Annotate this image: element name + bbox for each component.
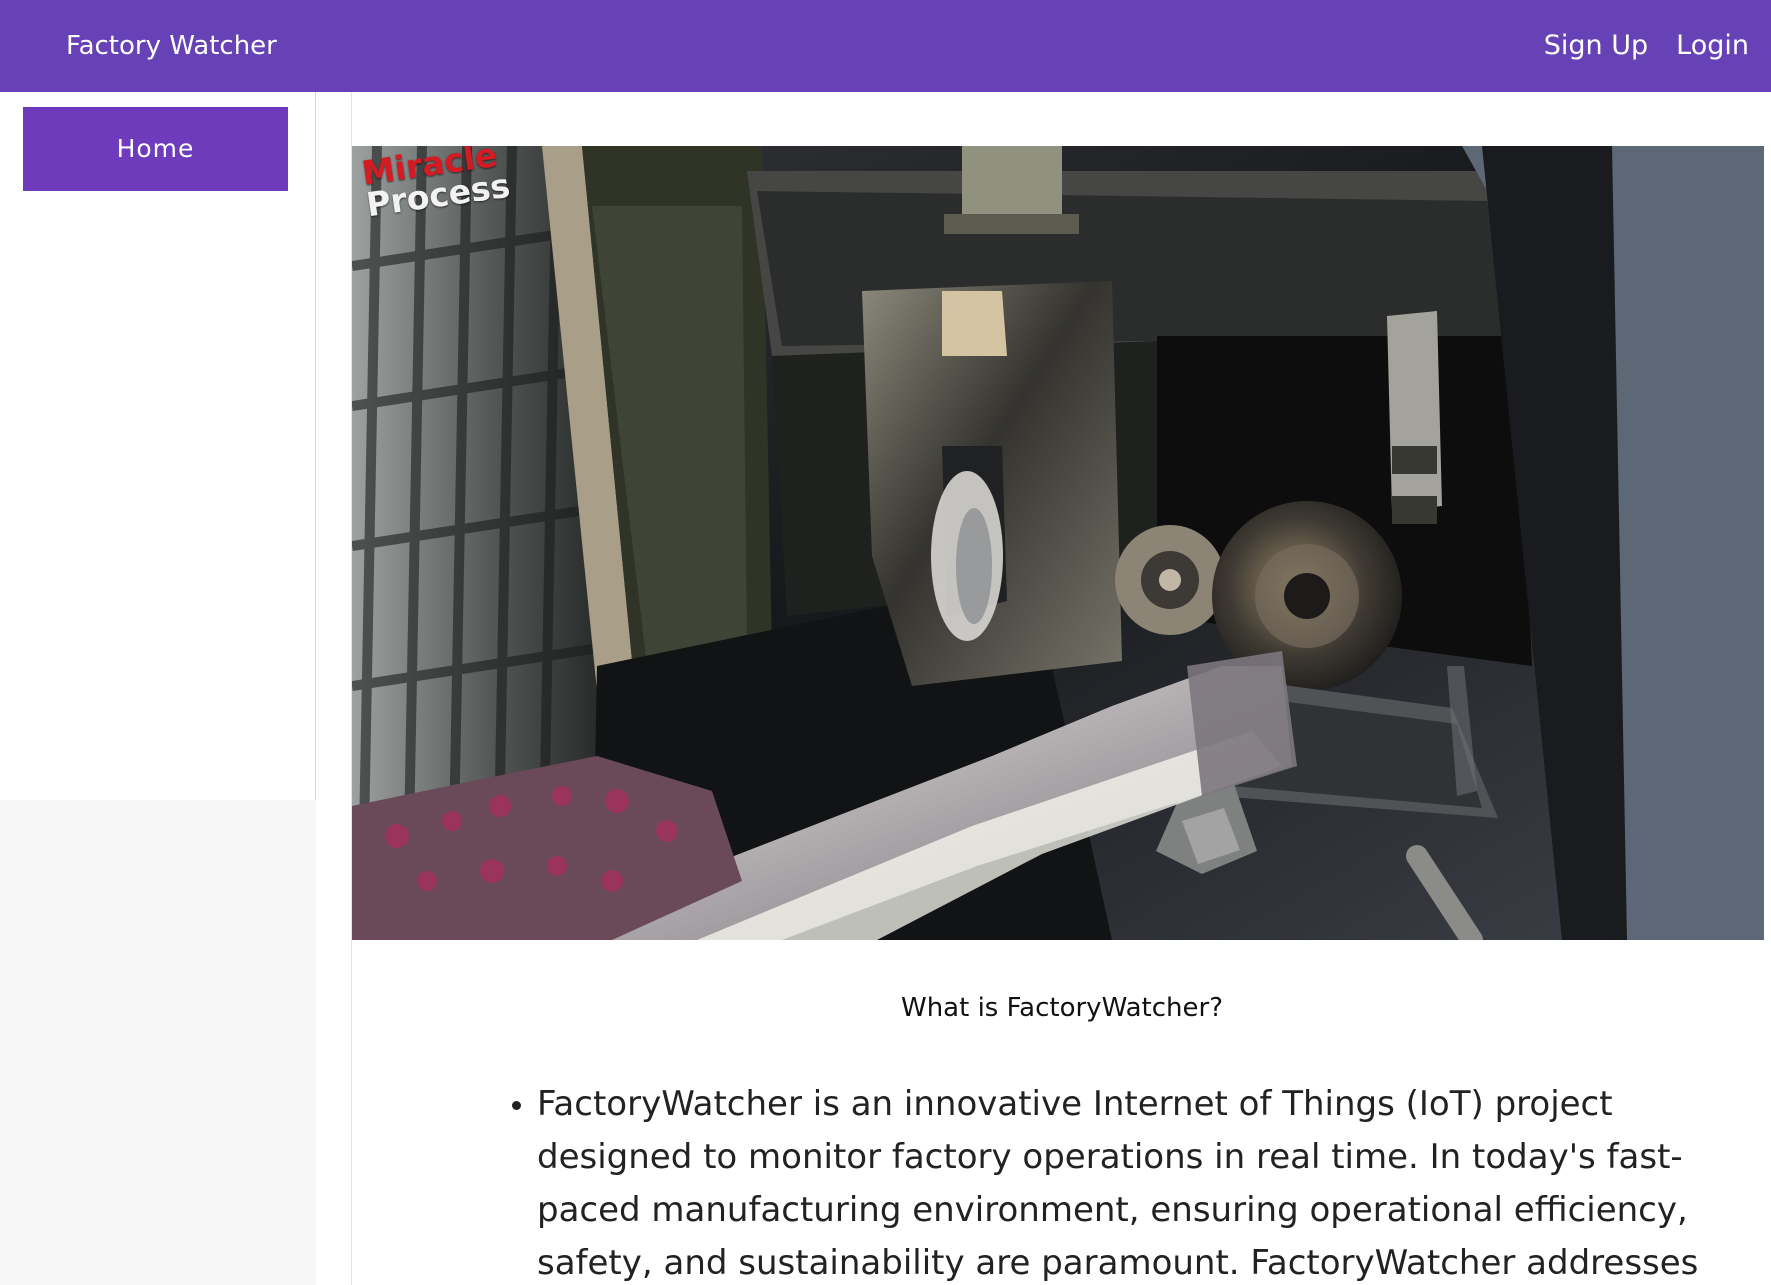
sidebar: Home	[0, 92, 316, 1285]
login-link[interactable]: Login	[1676, 28, 1749, 64]
sidebar-nav-panel: Home	[0, 92, 316, 800]
factory-machine-image	[352, 146, 1764, 940]
header-actions: Sign Up Login	[1544, 28, 1749, 64]
top-navigation-bar: Factory Watcher Sign Up Login	[0, 0, 1771, 92]
sidebar-item-home[interactable]: Home	[23, 107, 288, 191]
site-brand-link[interactable]: Factory Watcher	[66, 28, 277, 64]
sign-up-link[interactable]: Sign Up	[1544, 28, 1648, 64]
factory-hero-image: Miracle Process	[352, 146, 1764, 940]
intro-bullet-item: FactoryWatcher is an innovative Internet…	[537, 1078, 1771, 1285]
main-content: Miracle Process What is FactoryWatcher? …	[351, 92, 1771, 1285]
intro-bullet-list: FactoryWatcher is an innovative Internet…	[509, 1078, 1771, 1285]
section-title: What is FactoryWatcher?	[900, 993, 1224, 1023]
